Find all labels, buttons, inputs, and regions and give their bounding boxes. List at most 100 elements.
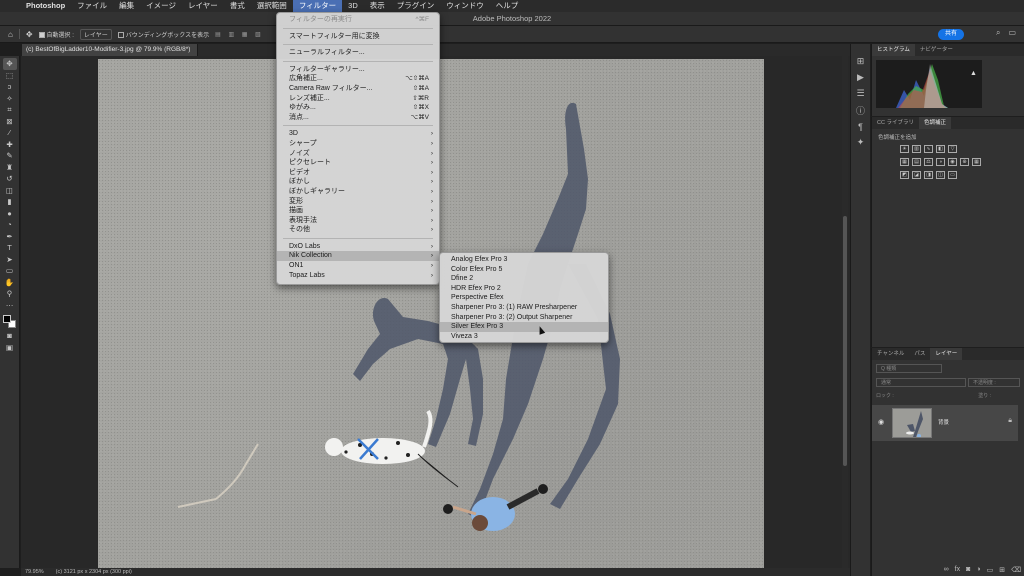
submenu-item-silver-efex[interactable]: Silver Efex Pro 3 bbox=[440, 322, 608, 332]
menu-item-noise[interactable]: ノイズ › bbox=[277, 149, 439, 159]
gradient-fill-icon[interactable]: ▭ bbox=[948, 171, 957, 179]
brush-tool-icon[interactable]: ✎ bbox=[3, 150, 17, 162]
photo-filter-icon[interactable]: ◉ bbox=[948, 158, 957, 166]
type-tool-icon[interactable]: T bbox=[3, 242, 17, 254]
quick-mask-icon[interactable]: ◙ bbox=[3, 330, 17, 342]
trash-icon[interactable]: ⌫ bbox=[1011, 566, 1021, 574]
healing-brush-icon[interactable]: ✚ bbox=[3, 139, 17, 151]
tab-navigator[interactable]: ナビゲーター bbox=[915, 44, 958, 56]
layer-name[interactable]: 背景 bbox=[938, 418, 949, 426]
bounding-box-checkbox[interactable]: バウンディングボックスを表示 bbox=[117, 30, 209, 39]
hue-saturation-icon[interactable]: ▤ bbox=[912, 158, 921, 166]
tab-cc-libraries[interactable]: CC ライブラリ bbox=[872, 117, 919, 129]
menu-item-video[interactable]: ビデオ › bbox=[277, 168, 439, 178]
menu-item-pixelate[interactable]: ピクセレート › bbox=[277, 158, 439, 168]
menu-item-wide-angle[interactable]: 広角補正... ⌥⇧⌘A bbox=[277, 74, 439, 84]
vibrance-icon[interactable]: ▦ bbox=[900, 158, 909, 166]
more-tools-icon[interactable]: ⋯ bbox=[3, 300, 17, 312]
menu-app[interactable]: Photoshop bbox=[20, 0, 71, 12]
submenu-item-analog-efex[interactable]: Analog Efex Pro 3 bbox=[440, 255, 608, 265]
eye-icon[interactable]: ◉ bbox=[878, 418, 884, 426]
submenu-item-raw-presharpener[interactable]: Sharpener Pro 3: (1) RAW Presharpener bbox=[440, 303, 608, 313]
menu-item-stylize[interactable]: 表現手法 › bbox=[277, 216, 439, 226]
menu-image[interactable]: イメージ bbox=[140, 0, 182, 12]
fx-icon[interactable]: fx bbox=[955, 566, 960, 574]
document-tab[interactable]: (c) BestOfBigLadder10-Modifier-3.jpg @ 7… bbox=[22, 44, 198, 56]
move-tool-icon[interactable]: ✥ bbox=[26, 30, 33, 39]
path-select-icon[interactable]: ➤ bbox=[3, 254, 17, 266]
eyedropper-icon[interactable]: ⁄ bbox=[3, 127, 17, 139]
hand-tool-icon[interactable]: ✋ bbox=[3, 277, 17, 289]
paragraph-icon[interactable]: ¶ bbox=[858, 122, 863, 132]
magic-wand-icon[interactable]: ✧ bbox=[3, 93, 17, 105]
align-icons[interactable]: ▤ ▥ ▦ ▧ bbox=[215, 31, 264, 38]
blend-mode-select[interactable]: 通常 bbox=[876, 378, 966, 387]
lasso-tool-icon[interactable]: ↄ bbox=[3, 81, 17, 93]
link-icon[interactable]: ∞ bbox=[944, 566, 949, 574]
menu-item-vanishing-point[interactable]: 消点... ⌥⌘V bbox=[277, 113, 439, 123]
threshold-icon[interactable]: ◨ bbox=[924, 171, 933, 179]
move-tool-icon[interactable]: ✥ bbox=[2, 58, 17, 70]
brightness-icon[interactable]: ☀ bbox=[900, 145, 909, 153]
menu-item-smart-filter[interactable]: スマートフィルター用に変換 bbox=[277, 32, 439, 42]
menu-item-on1[interactable]: ON1 › bbox=[277, 261, 439, 271]
menu-layer[interactable]: レイヤー bbox=[182, 0, 224, 12]
group-icon[interactable]: ▭ bbox=[987, 566, 994, 574]
share-button[interactable]: 共有 bbox=[938, 29, 964, 40]
levels-icon[interactable]: ▥ bbox=[912, 145, 921, 153]
properties-icon[interactable]: ☰ bbox=[856, 88, 864, 99]
color-swatches[interactable] bbox=[2, 314, 18, 330]
menu-item-blur-gallery[interactable]: ぼかしギャラリー › bbox=[277, 187, 439, 197]
menu-item-nik-collection[interactable]: Nik Collection › bbox=[277, 251, 439, 262]
clone-stamp-icon[interactable]: ♜ bbox=[3, 162, 17, 174]
invert-icon[interactable]: ◩ bbox=[900, 171, 909, 179]
histogram-warning-icon[interactable]: ▲ bbox=[970, 70, 977, 77]
menu-edit[interactable]: 編集 bbox=[113, 0, 140, 12]
auto-select-checkbox[interactable]: 自動選択 : bbox=[38, 30, 74, 39]
menu-help[interactable]: ヘルプ bbox=[490, 0, 525, 12]
gradient-map-icon[interactable]: ▽ bbox=[948, 145, 957, 153]
opacity-field[interactable]: 不透明度 : bbox=[968, 378, 1020, 387]
menu-3d[interactable]: 3D bbox=[342, 0, 364, 12]
dodge-tool-icon[interactable]: ◔ bbox=[3, 219, 17, 231]
menu-item-filter-gallery[interactable]: フィルターギャラリー... bbox=[277, 65, 439, 75]
tab-channels[interactable]: チャンネル bbox=[872, 348, 909, 360]
menu-view[interactable]: 表示 bbox=[364, 0, 391, 12]
menu-plugins[interactable]: プラグイン bbox=[391, 0, 441, 12]
blur-tool-icon[interactable]: ● bbox=[3, 208, 17, 220]
scrollbar-thumb[interactable] bbox=[843, 216, 847, 466]
submenu-item-viveza[interactable]: Viveza 3 bbox=[440, 332, 608, 342]
menu-item-render[interactable]: 描画 › bbox=[277, 206, 439, 216]
vertical-scrollbar[interactable] bbox=[842, 56, 848, 568]
history-panel-icon[interactable]: ⊞ bbox=[857, 56, 865, 67]
menu-item-lens-correction[interactable]: レンズ補正... ⇧⌘R bbox=[277, 94, 439, 104]
foreground-color-swatch[interactable] bbox=[2, 315, 11, 323]
new-layer-icon[interactable]: ⊞ bbox=[999, 566, 1005, 574]
submenu-item-color-efex[interactable]: Color Efex Pro 5 bbox=[440, 265, 608, 275]
tab-layers[interactable]: レイヤー bbox=[930, 348, 963, 360]
menu-item-3d[interactable]: 3D › bbox=[277, 129, 439, 139]
submenu-item-hdr-efex[interactable]: HDR Efex Pro 2 bbox=[440, 284, 608, 294]
brush-settings-icon[interactable]: ✦ bbox=[857, 137, 865, 148]
rectangle-tool-icon[interactable]: ▭ bbox=[3, 265, 17, 277]
tab-adjustments[interactable]: 色調補正 bbox=[918, 117, 951, 129]
zoom-tool-icon[interactable]: ⚲ bbox=[3, 288, 17, 300]
menu-item-topaz-labs[interactable]: Topaz Labs › bbox=[277, 271, 439, 281]
menu-filter[interactable]: フィルター bbox=[292, 0, 343, 12]
mask-icon[interactable]: ◙ bbox=[966, 566, 970, 574]
menu-item-dxo-labs[interactable]: DxO Labs › bbox=[277, 242, 439, 252]
workspace-icon[interactable]: ▭ bbox=[1008, 28, 1016, 38]
menu-item-blur[interactable]: ぼかし › bbox=[277, 177, 439, 187]
info-icon[interactable]: ⓘ bbox=[856, 104, 865, 117]
pen-tool-icon[interactable]: ✒ bbox=[3, 231, 17, 243]
menu-select[interactable]: 選択範囲 bbox=[251, 0, 293, 12]
frame-tool-icon[interactable]: ⊠ bbox=[3, 116, 17, 128]
search-icon[interactable]: ⌕ bbox=[996, 28, 1000, 38]
lock-icon[interactable]: 🔒︎ bbox=[1008, 417, 1012, 425]
tab-paths[interactable]: パス bbox=[909, 348, 930, 360]
layer-filter-input[interactable]: Q 種類 bbox=[876, 364, 942, 373]
submenu-item-dfine[interactable]: Dfine 2 bbox=[440, 274, 608, 284]
layer-select-dropdown[interactable]: レイヤー bbox=[79, 28, 112, 40]
menu-item-camera-raw[interactable]: Camera Raw フィルター... ⇧⌘A bbox=[277, 84, 439, 94]
actions-play-icon[interactable]: ▶ bbox=[857, 72, 864, 83]
